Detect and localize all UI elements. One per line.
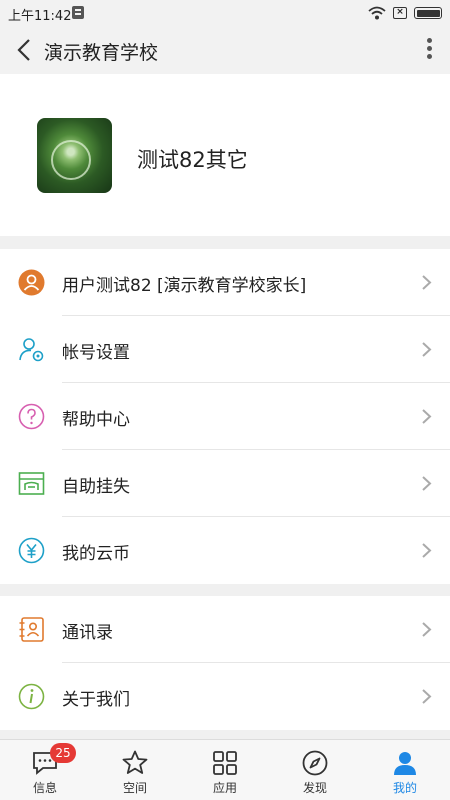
chevron-right-icon — [422, 543, 432, 558]
chevron-right-icon — [422, 275, 432, 290]
info-icon — [18, 683, 45, 710]
wifi-icon — [368, 6, 386, 20]
profile-card[interactable]: 测试82其它 — [0, 74, 450, 236]
tab-label: 我的 — [392, 781, 417, 795]
menu-group-primary: 用户测试82 [演示教育学校家长] 帐号设置 帮助中心 自助挂失 我的云币 — [0, 249, 450, 584]
navigation-bar: 演示教育学校 — [0, 26, 450, 74]
menu-item-user[interactable]: 用户测试82 [演示教育学校家长] — [0, 249, 450, 316]
menu-item-label: 通讯录 — [62, 623, 113, 643]
contacts-icon — [19, 617, 44, 642]
menu-item-contacts[interactable]: 通讯录 — [0, 596, 450, 663]
profile-name: 测试82其它 — [137, 148, 248, 172]
page-title: 演示教育学校 — [44, 42, 159, 64]
more-options-icon[interactable] — [424, 38, 434, 62]
chevron-right-icon — [422, 689, 432, 704]
compass-icon — [302, 750, 328, 776]
tab-discover[interactable]: 发现 — [270, 740, 360, 800]
menu-item-label: 帐号设置 — [62, 343, 130, 363]
menu-item-report-loss[interactable]: 自助挂失 — [0, 450, 450, 517]
tab-space[interactable]: 空间 — [90, 740, 180, 800]
apps-grid-icon — [213, 751, 237, 775]
chevron-right-icon — [422, 476, 432, 491]
avatar[interactable] — [37, 118, 112, 193]
menu-item-account-settings[interactable]: 帐号设置 — [0, 316, 450, 383]
menu-item-label: 我的云币 — [62, 544, 130, 564]
menu-item-label: 帮助中心 — [62, 410, 130, 430]
tab-label: 空间 — [122, 781, 147, 795]
no-sim-icon: × — [393, 7, 407, 19]
menu-item-label: 自助挂失 — [62, 477, 130, 497]
star-icon — [122, 750, 148, 774]
battery-icon — [414, 7, 442, 19]
sim-icon — [72, 6, 84, 19]
menu-item-label: 关于我们 — [62, 690, 130, 710]
chevron-right-icon — [422, 342, 432, 357]
chevron-right-icon — [422, 409, 432, 424]
chevron-right-icon — [422, 622, 432, 637]
tab-label: 应用 — [212, 781, 237, 795]
menu-item-label: 用户测试82 [演示教育学校家长] — [62, 276, 307, 296]
person-icon — [394, 752, 416, 775]
back-arrow-icon[interactable] — [12, 37, 38, 63]
help-icon — [18, 403, 45, 430]
coin-icon — [18, 537, 45, 564]
tab-label: 发现 — [302, 781, 327, 795]
user-icon — [18, 269, 45, 296]
bottom-tab-bar: 25 信息 空间 应用 发现 我的 — [0, 739, 450, 800]
tab-apps[interactable]: 应用 — [180, 740, 270, 800]
menu-item-help-center[interactable]: 帮助中心 — [0, 383, 450, 450]
account-settings-icon — [19, 338, 44, 362]
report-loss-icon — [18, 472, 45, 495]
unread-badge: 25 — [50, 743, 76, 763]
tab-label: 信息 — [32, 781, 57, 795]
menu-item-about-us[interactable]: 关于我们 — [0, 663, 450, 730]
status-icons: × — [368, 4, 442, 22]
status-bar: 上午11:42 × — [0, 0, 450, 26]
menu-item-my-coins[interactable]: 我的云币 — [0, 517, 450, 584]
status-time: 上午11:42 — [8, 9, 72, 24]
tab-mine[interactable]: 我的 — [360, 740, 450, 800]
menu-group-secondary: 通讯录 关于我们 — [0, 596, 450, 730]
tab-messages[interactable]: 25 信息 — [0, 740, 90, 800]
